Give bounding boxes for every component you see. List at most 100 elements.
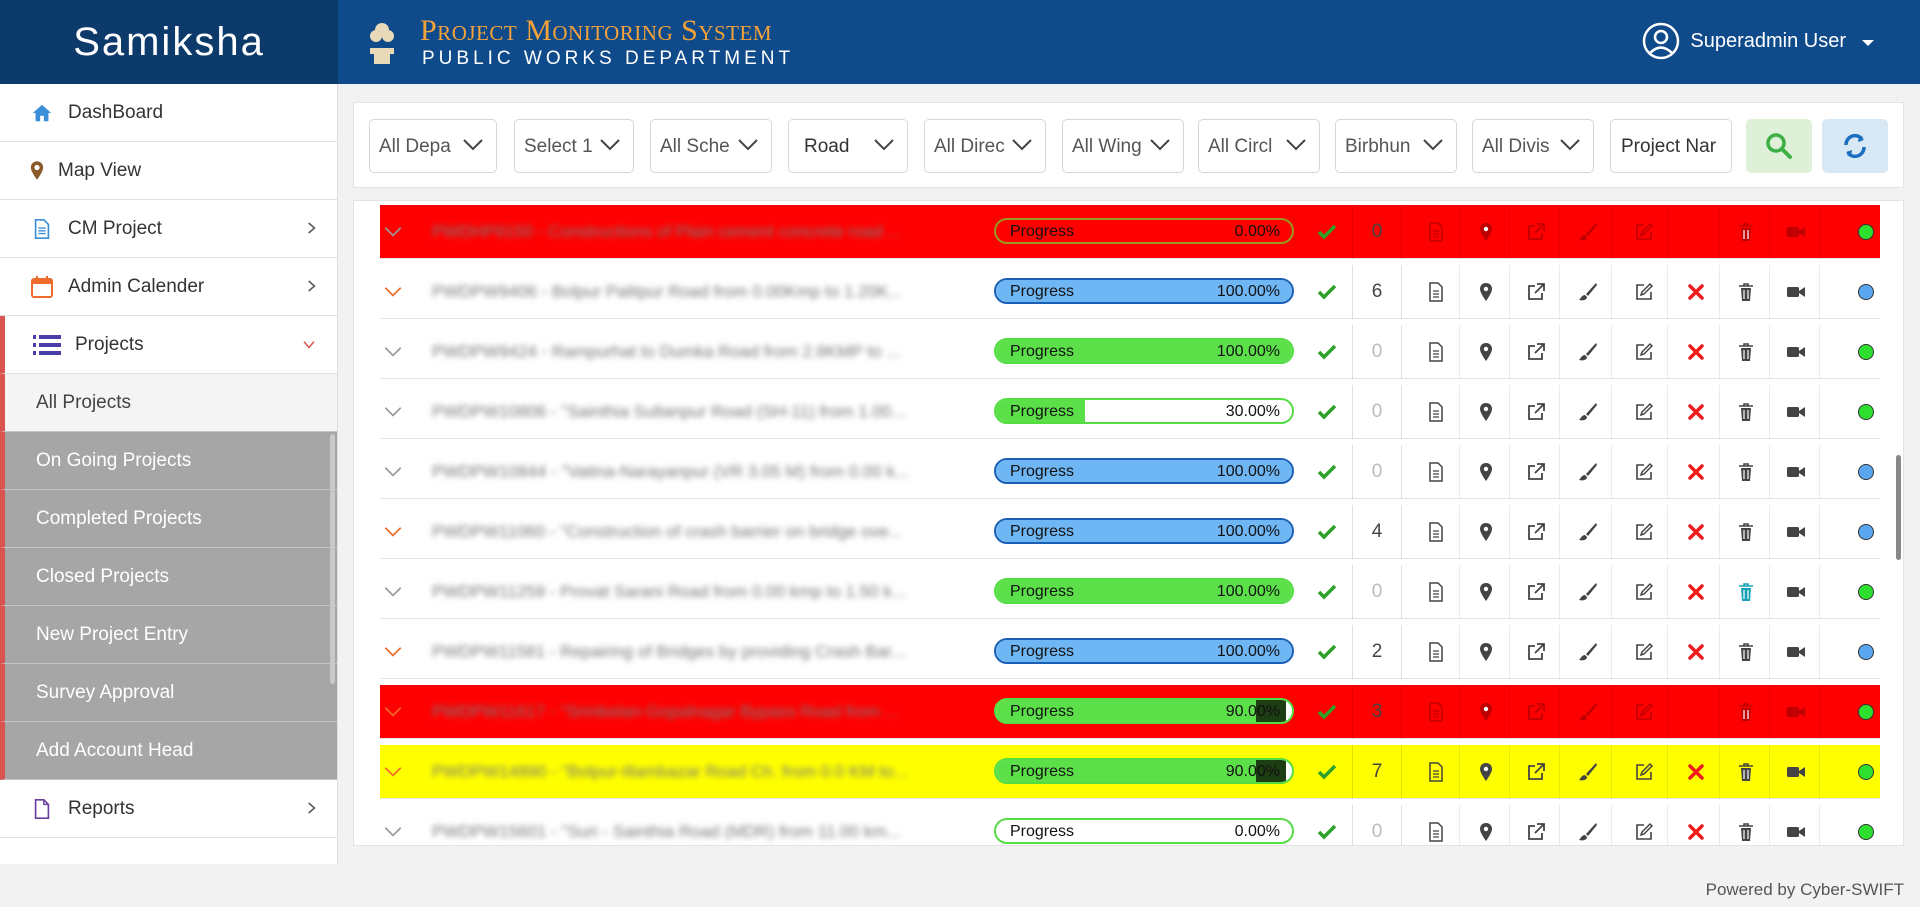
document-icon[interactable] (1412, 385, 1460, 439)
document-icon[interactable] (1412, 565, 1460, 619)
trash-icon[interactable] (1722, 745, 1770, 799)
map-marker-icon[interactable] (1462, 745, 1510, 799)
edit-icon[interactable] (1620, 325, 1668, 379)
sidebar-item-admin-calender[interactable]: Admin Calender (0, 258, 337, 316)
edit-icon[interactable] (1620, 805, 1668, 845)
close-icon[interactable] (1672, 325, 1720, 379)
video-icon[interactable] (1772, 625, 1820, 679)
external-link-icon[interactable] (1512, 505, 1560, 559)
expand-chevron-icon[interactable] (380, 385, 406, 439)
document-icon[interactable] (1412, 265, 1460, 319)
trash-icon[interactable] (1722, 505, 1770, 559)
sidebar-item-projects[interactable]: Projects (0, 316, 337, 374)
external-link-icon[interactable] (1512, 445, 1560, 499)
project-name[interactable]: PWDPW11060 - "Construction of crash barr… (432, 505, 972, 559)
external-link-icon[interactable] (1512, 625, 1560, 679)
edit-icon[interactable] (1620, 565, 1668, 619)
select-dropdown[interactable]: Select 1 (514, 119, 634, 173)
map-marker-icon[interactable] (1462, 805, 1510, 845)
video-icon[interactable] (1772, 445, 1820, 499)
sidebar-item-map-view[interactable]: Map View (0, 142, 337, 200)
expand-chevron-icon[interactable] (380, 805, 406, 845)
close-icon[interactable] (1672, 445, 1720, 499)
trash-icon[interactable] (1722, 805, 1770, 845)
project-name[interactable]: PWDPW15601 - "Suri - Sainthia Road (MDR)… (432, 805, 972, 845)
document-icon[interactable] (1412, 805, 1460, 845)
trash-icon[interactable] (1722, 205, 1770, 259)
map-marker-icon[interactable] (1462, 685, 1510, 739)
document-icon[interactable] (1412, 205, 1460, 259)
video-icon[interactable] (1772, 745, 1820, 799)
video-icon[interactable] (1772, 205, 1820, 259)
brush-icon[interactable] (1564, 205, 1612, 259)
video-icon[interactable] (1772, 385, 1820, 439)
search-button[interactable] (1746, 119, 1812, 173)
trash-icon[interactable] (1722, 625, 1770, 679)
sidebar-subitem-survey-approval[interactable]: Survey Approval (0, 664, 337, 722)
district-dropdown[interactable]: Birbhun (1335, 119, 1457, 173)
video-icon[interactable] (1772, 505, 1820, 559)
expand-chevron-icon[interactable] (380, 565, 406, 619)
external-link-icon[interactable] (1512, 685, 1560, 739)
expand-chevron-icon[interactable] (380, 685, 406, 739)
brush-icon[interactable] (1564, 325, 1612, 379)
scheme-dropdown[interactable]: All Sche (650, 119, 772, 173)
video-icon[interactable] (1772, 565, 1820, 619)
close-icon[interactable] (1672, 265, 1720, 319)
external-link-icon[interactable] (1512, 565, 1560, 619)
project-name[interactable]: PWDPW11581 - Repairing of Bridges by pro… (432, 625, 972, 679)
brush-icon[interactable] (1564, 505, 1612, 559)
video-icon[interactable] (1772, 265, 1820, 319)
brush-icon[interactable] (1564, 445, 1612, 499)
sidebar-subitem-completed-projects[interactable]: Completed Projects (0, 490, 337, 548)
table-scrollbar[interactable] (1896, 455, 1901, 560)
expand-chevron-icon[interactable] (380, 205, 406, 259)
sidebar-subitem-add-account-head[interactable]: Add Account Head (0, 722, 337, 780)
type-dropdown[interactable]: Road (788, 119, 908, 173)
external-link-icon[interactable] (1512, 265, 1560, 319)
project-name[interactable]: PWDHP9150 - Constructions of Plain cemen… (432, 205, 972, 259)
user-menu[interactable]: Superadmin User (1642, 22, 1874, 60)
edit-icon[interactable] (1620, 385, 1668, 439)
map-marker-icon[interactable] (1462, 265, 1510, 319)
document-icon[interactable] (1412, 325, 1460, 379)
project-name[interactable]: PWDPW11617 - "Srinikelan-Gopalnagar Bypa… (432, 685, 972, 739)
project-name[interactable]: PWDPW10806 - "Sainthia Sultanpur Road (S… (432, 385, 972, 439)
close-icon[interactable] (1672, 685, 1720, 739)
project-name[interactable]: PWDPW9406 - Bolpur Palitpur Road from 0.… (432, 265, 972, 319)
external-link-icon[interactable] (1512, 745, 1560, 799)
map-marker-icon[interactable] (1462, 565, 1510, 619)
external-link-icon[interactable] (1512, 805, 1560, 845)
close-icon[interactable] (1672, 805, 1720, 845)
project-name[interactable]: PWDPW9424 - Rampurhat to Dumka Road from… (432, 325, 972, 379)
trash-icon[interactable] (1722, 265, 1770, 319)
expand-chevron-icon[interactable] (380, 745, 406, 799)
video-icon[interactable] (1772, 805, 1820, 845)
document-icon[interactable] (1412, 505, 1460, 559)
map-marker-icon[interactable] (1462, 625, 1510, 679)
edit-icon[interactable] (1620, 265, 1668, 319)
department-dropdown[interactable]: All Depa (369, 119, 497, 173)
map-marker-icon[interactable] (1462, 445, 1510, 499)
brush-icon[interactable] (1564, 625, 1612, 679)
trash-icon[interactable] (1722, 325, 1770, 379)
directorate-dropdown[interactable]: All Direc (924, 119, 1046, 173)
map-marker-icon[interactable] (1462, 385, 1510, 439)
trash-icon[interactable] (1722, 445, 1770, 499)
map-marker-icon[interactable] (1462, 325, 1510, 379)
external-link-icon[interactable] (1512, 205, 1560, 259)
document-icon[interactable] (1412, 445, 1460, 499)
document-icon[interactable] (1412, 745, 1460, 799)
video-icon[interactable] (1772, 685, 1820, 739)
edit-icon[interactable] (1620, 205, 1668, 259)
edit-icon[interactable] (1620, 685, 1668, 739)
edit-icon[interactable] (1620, 745, 1668, 799)
sidebar-scrollbar[interactable] (330, 434, 335, 684)
project-name-input[interactable]: Project Nar (1610, 119, 1732, 173)
project-name[interactable]: PWDPW14890 - "Bolpur-Illambazar Road Ch.… (432, 745, 972, 799)
project-name[interactable]: PWDPW11259 - Provat Sarani Road from 0.0… (432, 565, 972, 619)
sidebar-subitem-ongoing-projects[interactable]: On Going Projects (0, 432, 337, 490)
brush-icon[interactable] (1564, 265, 1612, 319)
sidebar-subitem-new-project-entry[interactable]: New Project Entry (0, 606, 337, 664)
close-icon[interactable] (1672, 385, 1720, 439)
